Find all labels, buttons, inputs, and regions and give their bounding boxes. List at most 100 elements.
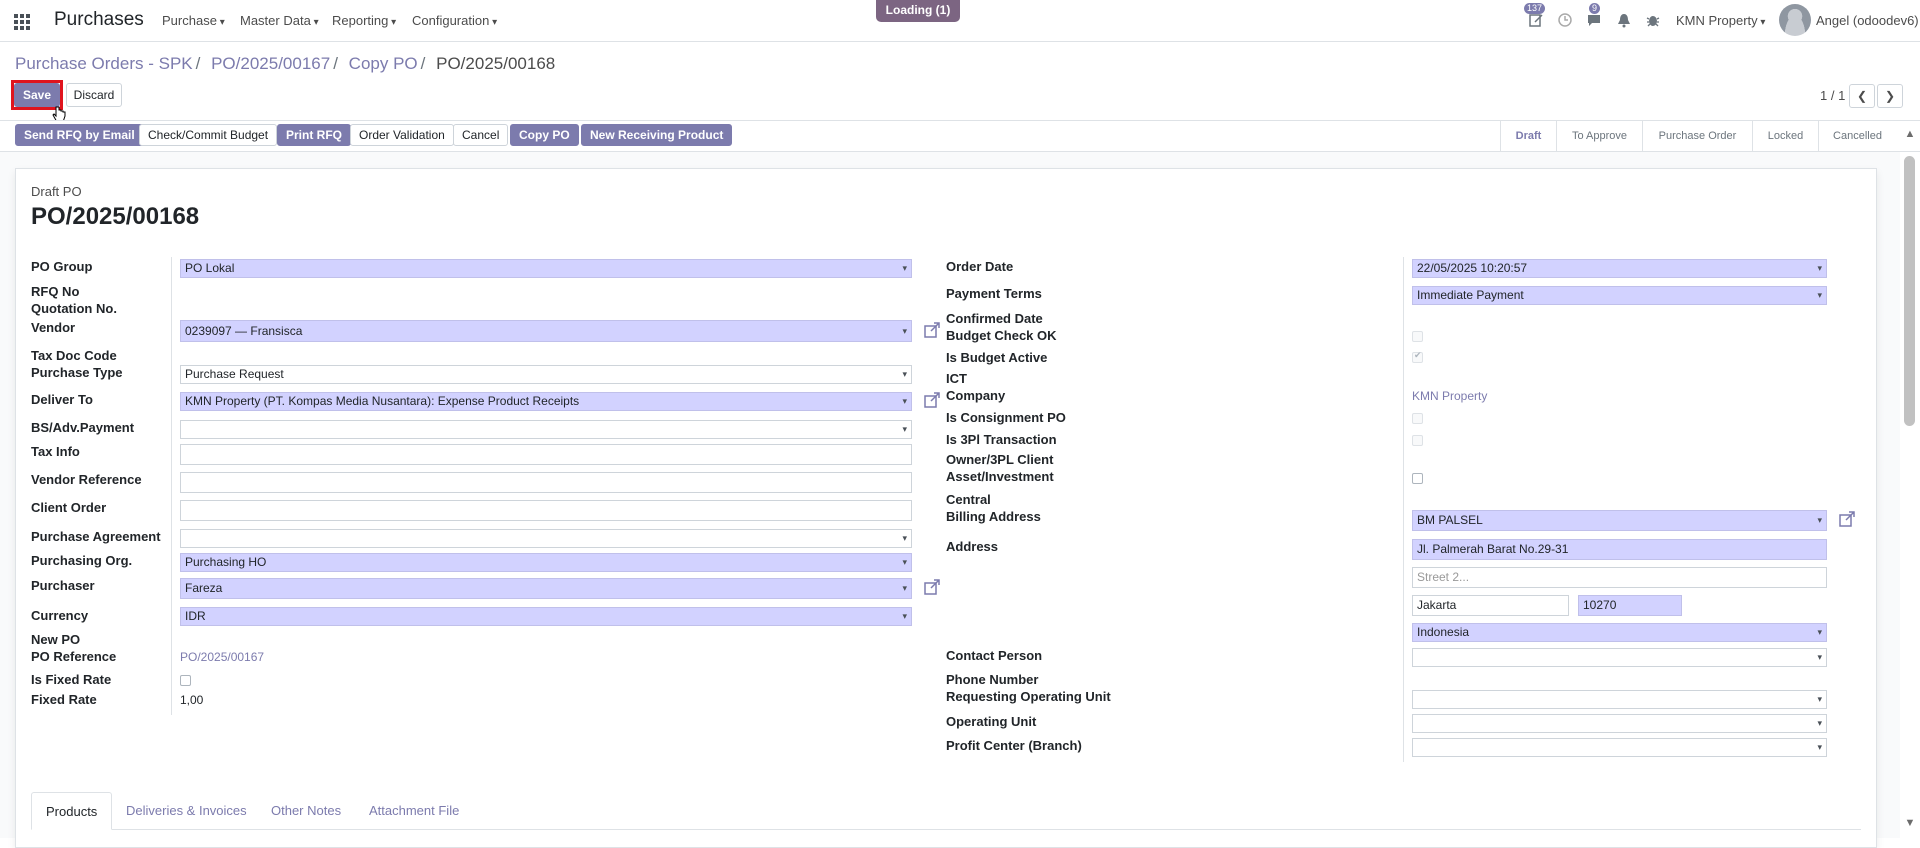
- external-link-icon[interactable]: [923, 578, 941, 596]
- menu-master-data[interactable]: Master Data: [240, 13, 319, 28]
- new-receiving-product-button[interactable]: New Receiving Product: [581, 124, 733, 146]
- stage-to-approve[interactable]: To Approve: [1556, 120, 1642, 152]
- company-link[interactable]: KMN Property: [1412, 389, 1487, 403]
- tab-other-notes[interactable]: Other Notes: [257, 792, 355, 830]
- client-order-field[interactable]: [180, 500, 912, 521]
- scrollbar-thumb[interactable]: [1904, 156, 1915, 426]
- deliver-to-field[interactable]: KMN Property (PT. Kompas Media Nusantara…: [180, 392, 912, 411]
- cancel-button[interactable]: Cancel: [453, 124, 509, 146]
- bell-icon[interactable]: [1615, 12, 1633, 30]
- vendor-field[interactable]: 0239097 — Fransisca: [180, 320, 912, 342]
- budget-check-ok-checkbox: [1412, 331, 1423, 342]
- breadcrumb-item[interactable]: Purchase Orders - SPK: [15, 54, 193, 73]
- send-rfq-button[interactable]: Send RFQ by Email: [15, 124, 144, 146]
- scroll-up-icon[interactable]: ▲: [1903, 129, 1917, 140]
- tab-products[interactable]: Products: [31, 792, 113, 830]
- owner-3pl-client-label: Owner/3PL Client: [946, 452, 1054, 467]
- breadcrumb-item[interactable]: PO/2025/00167: [211, 54, 330, 73]
- is-consignment-po-checkbox: [1412, 413, 1423, 424]
- print-rfq-button[interactable]: Print RFQ: [277, 124, 351, 146]
- user-name[interactable]: Angel (odoodev6): [1816, 13, 1919, 28]
- activity-edit-icon[interactable]: [1527, 12, 1545, 30]
- pager-next-button[interactable]: ❯: [1877, 84, 1903, 108]
- tab-deliveries-invoices[interactable]: Deliveries & Invoices: [112, 792, 261, 830]
- order-date-label: Order Date: [946, 259, 1014, 274]
- tax-info-label: Tax Info: [31, 444, 80, 459]
- company-switcher[interactable]: KMN Property: [1676, 13, 1765, 28]
- purchasing-org-label: Purchasing Org.: [31, 553, 133, 568]
- order-validation-button[interactable]: Order Validation: [350, 124, 454, 146]
- breadcrumb-item[interactable]: Copy PO: [349, 54, 418, 73]
- po-group-field[interactable]: PO Lokal: [180, 259, 912, 278]
- debug-bug-icon[interactable]: [1644, 12, 1662, 30]
- document-type-label: Draft PO: [31, 184, 82, 199]
- vendor-reference-field[interactable]: [180, 472, 912, 493]
- quotation-no-label: Quotation No.: [31, 301, 117, 316]
- zip-field[interactable]: 10270: [1578, 595, 1682, 616]
- copy-po-button[interactable]: Copy PO: [510, 124, 579, 146]
- address-label: Address: [946, 539, 999, 554]
- stage-cancelled[interactable]: Cancelled: [1818, 120, 1896, 152]
- tax-doc-code-label: Tax Doc Code: [31, 348, 117, 363]
- is-fixed-rate-checkbox[interactable]: [180, 675, 191, 686]
- user-avatar[interactable]: [1779, 4, 1811, 36]
- company-label: Company: [946, 388, 1006, 403]
- label-divider: [171, 257, 172, 715]
- menu-reporting[interactable]: Reporting: [332, 13, 396, 28]
- requesting-operating-unit-field[interactable]: [1412, 690, 1827, 709]
- payment-terms-label: Payment Terms: [946, 286, 1042, 301]
- app-title[interactable]: Purchases: [54, 9, 144, 31]
- payment-terms-field[interactable]: Immediate Payment: [1412, 286, 1827, 305]
- operating-unit-field[interactable]: [1412, 714, 1827, 733]
- discard-button[interactable]: Discard: [66, 83, 122, 107]
- pager-prev-button[interactable]: ❮: [1849, 84, 1875, 108]
- check-budget-button[interactable]: Check/Commit Budget: [139, 124, 278, 146]
- breadcrumb-current: PO/2025/00168: [436, 54, 556, 73]
- po-reference-link[interactable]: PO/2025/00167: [180, 650, 264, 664]
- phone-number-label: Phone Number: [946, 672, 1039, 687]
- menu-purchase[interactable]: Purchase: [162, 13, 225, 28]
- external-link-icon[interactable]: [923, 321, 941, 339]
- purchaser-field[interactable]: Fareza: [180, 578, 912, 599]
- label-divider: [1403, 257, 1404, 762]
- stage-purchase-order[interactable]: Purchase Order: [1642, 120, 1752, 152]
- billing-address-label: Billing Address: [946, 509, 1041, 524]
- street-field[interactable]: Jl. Palmerah Barat No.29-31: [1412, 539, 1827, 560]
- external-link-icon[interactable]: [923, 391, 941, 409]
- purchase-agreement-field[interactable]: [180, 529, 912, 548]
- deliver-to-label: Deliver To: [31, 392, 93, 407]
- clock-icon[interactable]: [1556, 12, 1574, 30]
- billing-address-field[interactable]: BM PALSEL: [1412, 510, 1827, 531]
- street2-field[interactable]: Street 2...: [1412, 567, 1827, 588]
- activity-count-badge: 137: [1524, 3, 1546, 14]
- bs-adv-payment-field[interactable]: [180, 420, 912, 439]
- profit-center-field[interactable]: [1412, 738, 1827, 757]
- breadcrumb: Purchase Orders - SPK / PO/2025/00167/ Co…: [15, 54, 556, 73]
- apps-menu-icon[interactable]: [12, 12, 32, 32]
- message-count-badge: 9: [1589, 3, 1601, 14]
- is-fixed-rate-label: Is Fixed Rate: [31, 672, 112, 687]
- messages-icon[interactable]: [1585, 12, 1603, 30]
- is-budget-active-label: Is Budget Active: [946, 350, 1048, 365]
- stage-locked[interactable]: Locked: [1752, 120, 1818, 152]
- vendor-label: Vendor: [31, 320, 76, 335]
- save-button[interactable]: Save: [14, 83, 60, 107]
- purchase-type-field[interactable]: Purchase Request: [180, 365, 912, 384]
- asset-investment-checkbox[interactable]: [1412, 473, 1423, 484]
- stage-draft[interactable]: Draft: [1500, 120, 1556, 152]
- purchasing-org-field[interactable]: Purchasing HO: [180, 553, 912, 572]
- order-date-field[interactable]: 22/05/2025 10:20:57: [1412, 259, 1827, 278]
- city-field[interactable]: Jakarta: [1412, 595, 1569, 616]
- external-link-icon[interactable]: [1838, 510, 1856, 528]
- purchase-type-label: Purchase Type: [31, 365, 123, 380]
- scroll-down-icon[interactable]: ▼: [1903, 818, 1917, 829]
- vendor-reference-label: Vendor Reference: [31, 472, 142, 487]
- contact-person-field[interactable]: [1412, 648, 1827, 667]
- pager-value[interactable]: 1 / 1: [1820, 88, 1845, 103]
- country-field[interactable]: Indonesia: [1412, 623, 1827, 642]
- menu-configuration[interactable]: Configuration: [412, 13, 497, 28]
- currency-field[interactable]: IDR: [180, 607, 912, 626]
- asset-investment-label: Asset/Investment: [946, 469, 1054, 484]
- tab-attachment-file[interactable]: Attachment File: [355, 792, 473, 830]
- tax-info-field[interactable]: [180, 444, 912, 465]
